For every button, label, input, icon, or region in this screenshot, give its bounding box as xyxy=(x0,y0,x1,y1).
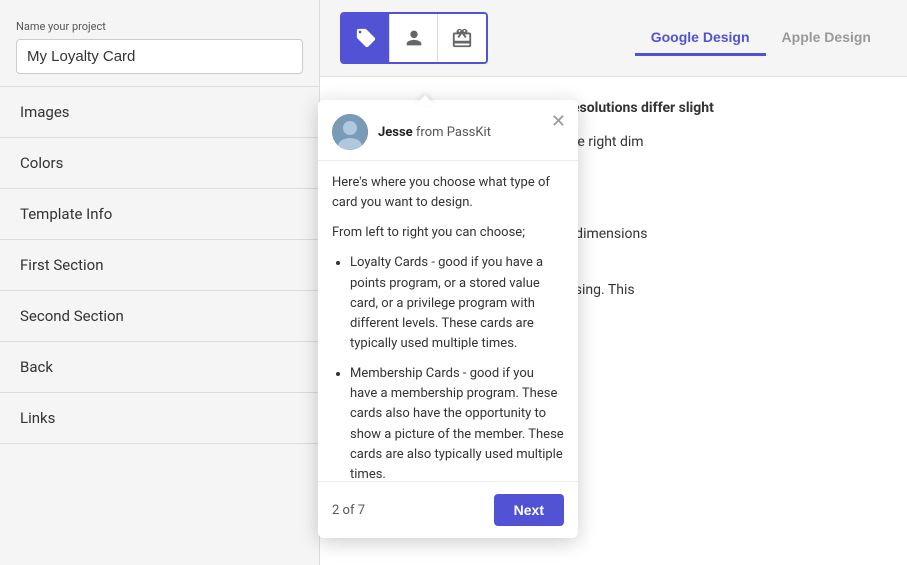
list-item: Loyalty Cards - good if you have a point… xyxy=(350,253,564,354)
avatar xyxy=(332,114,368,150)
sidebar-item-first-section[interactable]: First Section xyxy=(0,240,319,291)
sidebar-item-second-section[interactable]: Second Section xyxy=(0,291,319,342)
popup-from-to: From left to right you can choose; xyxy=(332,223,564,243)
popup-close-button[interactable]: ✕ xyxy=(551,112,566,130)
sidebar-nav: Images Colors Template Info First Sectio… xyxy=(0,86,319,444)
tab-apple-design[interactable]: Apple Design xyxy=(766,21,887,56)
popup-intro: Here's where you choose what type of car… xyxy=(332,173,564,213)
next-button[interactable]: Next xyxy=(494,494,564,526)
project-name-input[interactable] xyxy=(16,39,303,74)
page-indicator: 2 of 7 xyxy=(332,503,365,518)
popup-body: Here's where you choose what type of car… xyxy=(318,161,578,481)
card-type-icons xyxy=(340,12,488,64)
tab-google-design[interactable]: Google Design xyxy=(635,21,766,56)
design-tabs: Google Design Apple Design xyxy=(635,21,887,56)
sidebar-item-colors[interactable]: Colors xyxy=(0,138,319,189)
tooltip-arrow xyxy=(415,95,435,105)
sidebar-item-images[interactable]: Images xyxy=(0,87,319,138)
popup-header: Jesse from PassKit ✕ xyxy=(318,100,578,161)
popup-from-label: Jesse from PassKit xyxy=(378,125,491,140)
popup-modal: Jesse from PassKit ✕ Here's where you ch… xyxy=(318,100,578,538)
loyalty-card-button[interactable] xyxy=(342,14,390,62)
membership-card-button[interactable] xyxy=(390,14,438,62)
membership-icon xyxy=(403,27,425,49)
popup-list: Loyalty Cards - good if you have a point… xyxy=(332,253,564,481)
sidebar: Name your project Images Colors Template… xyxy=(0,0,320,565)
list-item: Membership Cards - good if you have a me… xyxy=(350,364,564,481)
sidebar-item-template-info[interactable]: Template Info xyxy=(0,189,319,240)
gift-card-button[interactable] xyxy=(438,14,486,62)
sidebar-item-back[interactable]: Back xyxy=(0,342,319,393)
avatar-image xyxy=(332,114,368,150)
sidebar-item-links[interactable]: Links xyxy=(0,393,319,444)
project-label: Name your project xyxy=(16,20,303,33)
project-section: Name your project xyxy=(0,0,319,86)
gift-icon xyxy=(451,27,473,49)
card-type-bar: Google Design Apple Design xyxy=(320,0,907,77)
loyalty-icon xyxy=(355,27,377,49)
popup-footer: 2 of 7 Next xyxy=(318,481,578,538)
